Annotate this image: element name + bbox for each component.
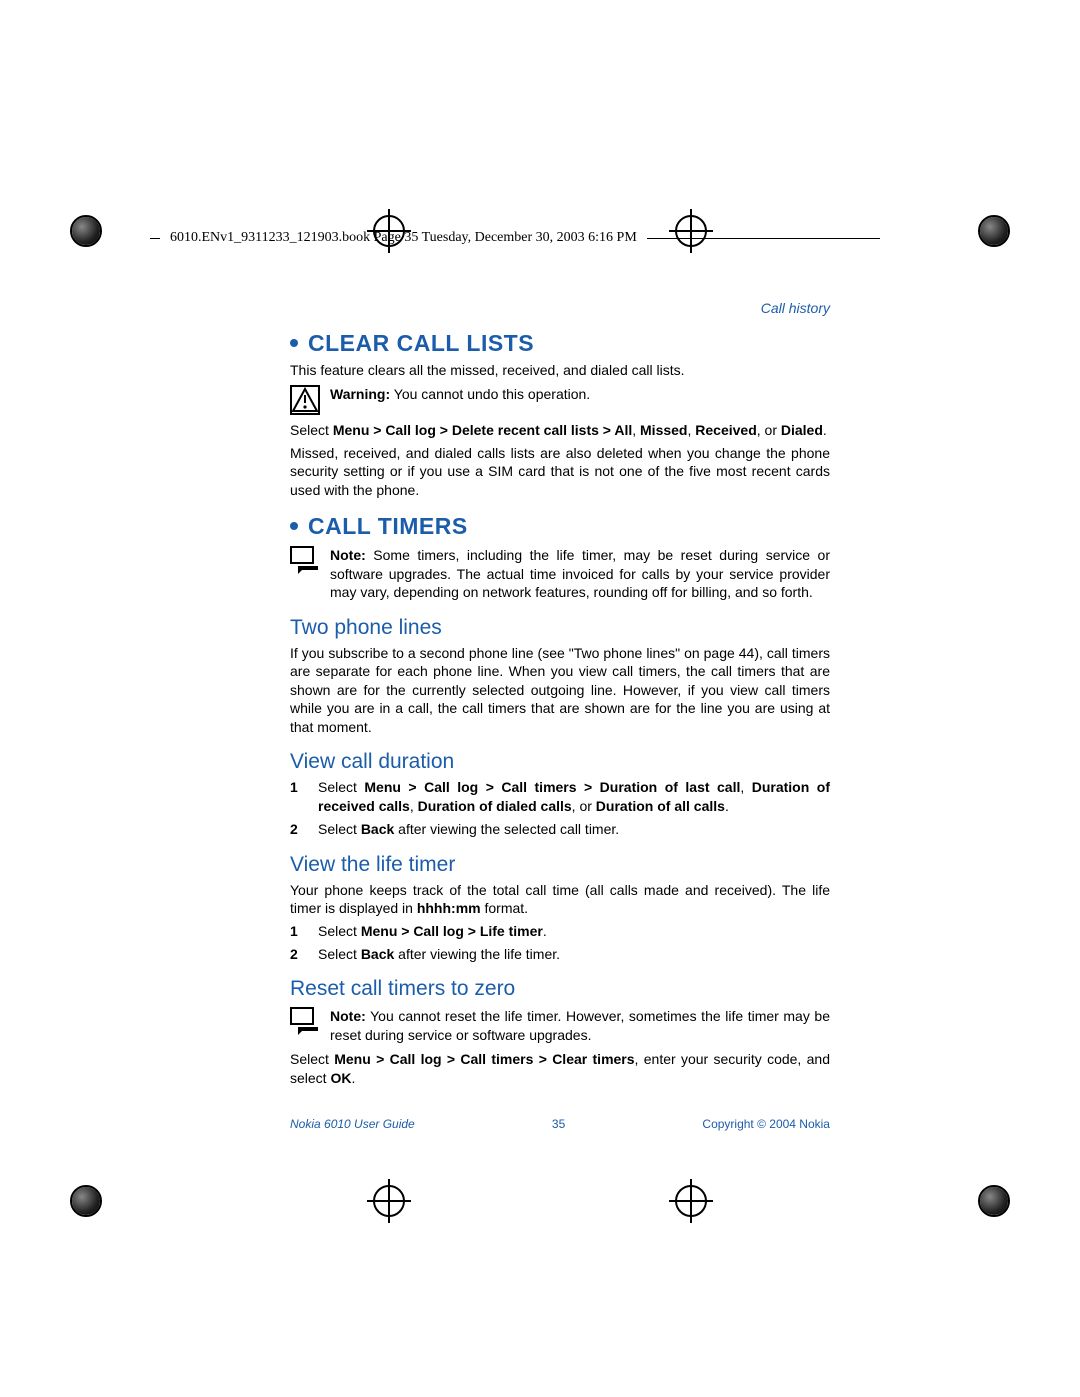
note-text: Note: Some timers, including the life ti…: [330, 546, 830, 601]
heading-clear-call-lists: CLEAR CALL LISTS: [290, 330, 830, 357]
page-footer: Nokia 6010 User Guide 35 Copyright © 200…: [290, 1117, 830, 1131]
bullet-icon: [290, 522, 298, 530]
heading-two-phone-lines: Two phone lines: [290, 616, 830, 640]
note-block: Note: You cannot reset the life timer. H…: [290, 1007, 830, 1044]
crop-marks-bottom: [0, 1185, 1080, 1217]
registration-mark-icon: [70, 1185, 102, 1217]
warning-icon: [290, 385, 320, 415]
body-text: This feature clears all the missed, rece…: [290, 361, 830, 379]
body-text: Select Menu > Call log > Delete recent c…: [290, 421, 830, 439]
book-info: 6010.ENv1_9311233_121903.book Page 35 Tu…: [170, 230, 637, 246]
note-icon: [290, 1007, 320, 1035]
registration-mark-icon: [978, 215, 1010, 247]
note-text: Note: You cannot reset the life timer. H…: [330, 1007, 830, 1044]
warning-text: Warning: You cannot undo this operation.: [330, 385, 830, 415]
body-text: If you subscribe to a second phone line …: [290, 644, 830, 736]
heading-call-timers: CALL TIMERS: [290, 513, 830, 540]
step-item: Select Back after viewing the selected c…: [290, 820, 830, 839]
body-text: Select Menu > Call log > Call timers > C…: [290, 1050, 830, 1087]
bullet-icon: [290, 339, 298, 347]
footer-guide-name: Nokia 6010 User Guide: [290, 1117, 415, 1131]
step-item: Select Menu > Call log > Life timer.: [290, 922, 830, 941]
step-item: Select Back after viewing the life timer…: [290, 945, 830, 964]
registration-mark-icon: [675, 1185, 707, 1217]
note-block: Note: Some timers, including the life ti…: [290, 546, 830, 601]
body-text: Missed, received, and dialed calls lists…: [290, 444, 830, 499]
body-text: Your phone keeps track of the total call…: [290, 881, 830, 918]
heading-view-call-duration: View call duration: [290, 750, 830, 774]
heading-reset-call-timers: Reset call timers to zero: [290, 977, 830, 1001]
registration-mark-icon: [978, 1185, 1010, 1217]
page-content: Call history CLEAR CALL LISTS This featu…: [290, 300, 830, 1131]
print-header: 6010.ENv1_9311233_121903.book Page 35 Tu…: [150, 230, 880, 246]
step-list: Select Menu > Call log > Call timers > D…: [290, 778, 830, 839]
step-list: Select Menu > Call log > Life timer. Sel…: [290, 922, 830, 964]
section-header: Call history: [290, 300, 830, 316]
heading-view-life-timer: View the life timer: [290, 853, 830, 877]
registration-mark-icon: [70, 215, 102, 247]
note-icon: [290, 546, 320, 574]
footer-copyright: Copyright © 2004 Nokia: [702, 1117, 830, 1131]
registration-mark-icon: [373, 1185, 405, 1217]
footer-page-number: 35: [552, 1117, 565, 1131]
warning-block: Warning: You cannot undo this operation.: [290, 385, 830, 415]
step-item: Select Menu > Call log > Call timers > D…: [290, 778, 830, 816]
